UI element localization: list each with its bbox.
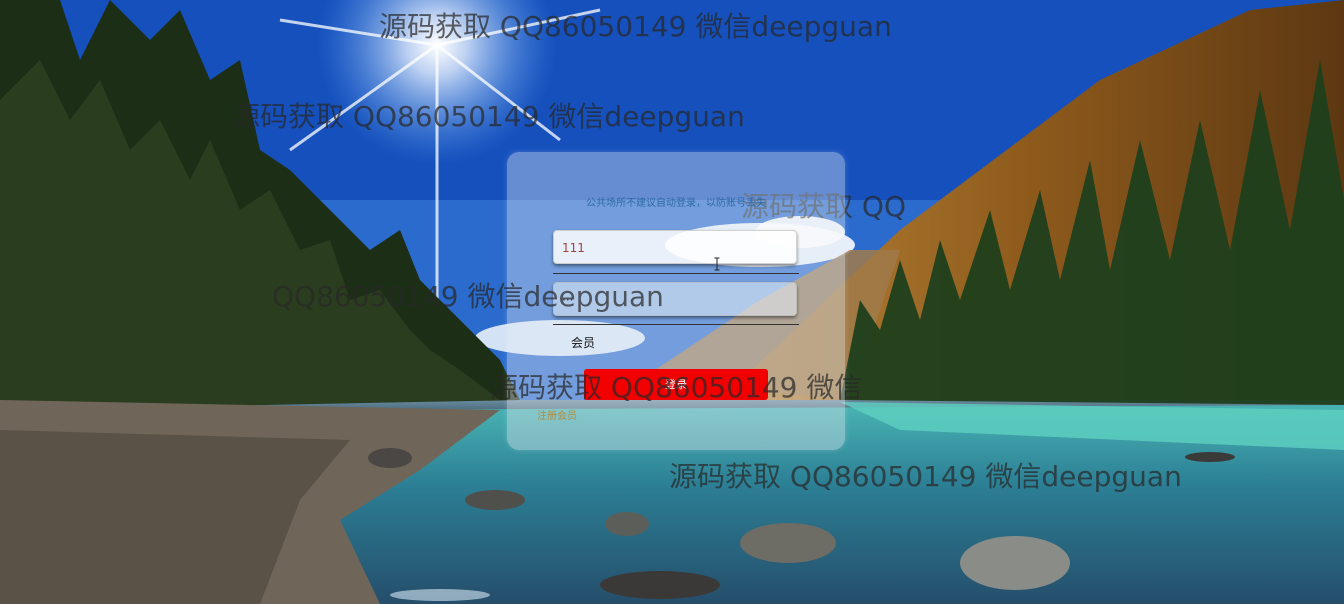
watermark-text: QQ86050149 微信deepguan [272,280,664,313]
username-underline [553,273,799,274]
notice-text: 公共场所不建议自动登录，以防账号丢失 [586,198,766,209]
watermark-text: 源码获取 QQ86050149 微信deepguan [232,100,745,133]
watermark-text: 源码获取 QQ86050149 微信deepguan [379,10,892,43]
watermark-text: 源码获取 QQ86050149 微信deepguan [669,460,1182,493]
watermark-text: 源码获取 QQ86050149 微信 [490,371,863,404]
username-input[interactable]: 111 [553,230,797,264]
text-cursor-icon [714,257,720,271]
register-link[interactable]: 注册会员 [537,407,577,422]
role-label[interactable]: 会员 [571,334,595,351]
password-underline [553,324,799,325]
